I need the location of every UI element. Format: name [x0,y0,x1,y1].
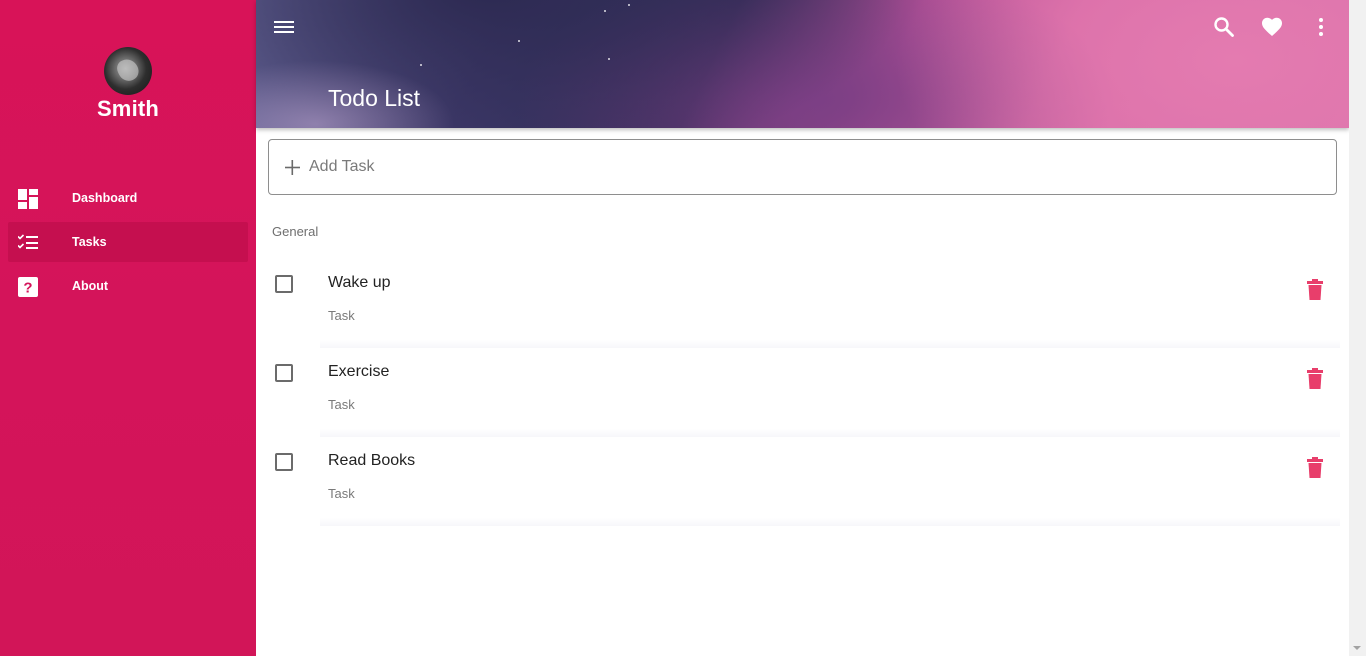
delete-icon[interactable] [1305,279,1325,301]
sidebar-item-tasks[interactable]: Tasks [8,222,248,262]
more-vert-icon[interactable] [1309,15,1333,39]
star [604,10,606,12]
app-header: Todo List [256,0,1349,128]
group-title: General [272,224,319,239]
sidebar-nav: Dashboard Tasks ? About [8,178,248,310]
avatar[interactable] [104,47,152,95]
sidebar-item-about[interactable]: ? About [8,266,248,306]
delete-icon[interactable] [1305,368,1325,390]
dashboard-icon [18,189,38,209]
user-name: Smith [96,96,160,121]
svg-text:?: ? [23,280,32,297]
task-divider [320,340,1340,348]
task-subtitle: Task [328,486,355,501]
scroll-down-arrow-icon[interactable] [1353,646,1361,650]
tasks-icon [18,234,38,249]
heart-icon[interactable] [1260,15,1284,39]
task-subtitle: Task [328,397,355,412]
star [518,40,520,42]
sidebar-item-label: About [72,279,109,293]
task-checkbox[interactable] [275,453,293,471]
search-icon[interactable] [1212,15,1236,39]
page-title: Todo List [328,85,421,111]
menu-icon[interactable] [272,15,296,39]
task-divider [320,518,1340,526]
star [420,64,422,66]
task-checkbox[interactable] [275,275,293,293]
sidebar: Smith Dashboard Tasks ? About [0,0,256,656]
task-item[interactable]: Wake up Task [258,259,1348,348]
task-divider [320,429,1340,437]
add-task-input[interactable] [307,154,1207,180]
add-task-field[interactable] [268,139,1337,195]
sidebar-item-label: Dashboard [72,191,138,205]
delete-icon[interactable] [1305,457,1325,479]
plus-icon [285,160,300,175]
vertical-scrollbar[interactable] [1349,0,1366,656]
task-item[interactable]: Exercise Task [258,348,1348,437]
task-subtitle: Task [328,308,355,323]
help-icon: ? [18,277,38,297]
star [608,58,610,60]
task-title: Wake up [328,274,391,291]
task-title: Read Books [328,452,416,469]
star [628,4,630,6]
task-checkbox[interactable] [275,364,293,382]
task-title: Exercise [328,363,390,380]
sidebar-item-label: Tasks [72,235,107,249]
task-item[interactable]: Read Books Task [258,437,1348,526]
sidebar-item-dashboard[interactable]: Dashboard [8,178,248,218]
